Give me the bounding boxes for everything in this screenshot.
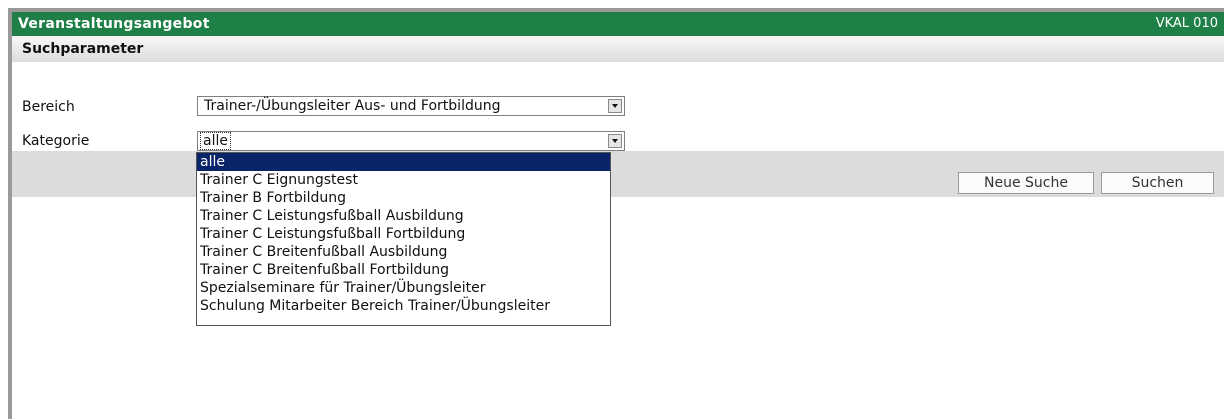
dropdown-option[interactable]: Spezialseminare für Trainer/Übungsleiter: [197, 279, 610, 297]
dropdown-option[interactable]: Trainer C Breitenfußball Fortbildung: [197, 261, 610, 279]
dropdown-option[interactable]: Trainer B Fortbildung: [197, 189, 610, 207]
kategorie-select-value: alle: [200, 132, 231, 150]
kategorie-select[interactable]: alle: [197, 131, 625, 151]
title-bar: Veranstaltungsangebot VKAL 010: [12, 12, 1224, 38]
screen-code: VKAL 010: [1155, 16, 1218, 31]
chevron-down-icon[interactable]: [608, 99, 622, 113]
dropdown-option[interactable]: Trainer C Leistungsfußball Ausbildung: [197, 207, 610, 225]
dropdown-option[interactable]: Trainer C Leistungsfußball Fortbildung: [197, 225, 610, 243]
dropdown-option[interactable]: Trainer C Breitenfußball Ausbildung: [197, 243, 610, 261]
page-title: Veranstaltungsangebot: [18, 16, 210, 32]
dropdown-option[interactable]: alle: [197, 153, 610, 171]
bereich-select-value: Trainer-/Übungsleiter Aus- und Fortbildu…: [204, 98, 501, 114]
search-button[interactable]: Suchen: [1101, 172, 1214, 194]
search-section-header: Suchparameter: [12, 36, 1224, 62]
dropdown-option[interactable]: Schulung Mitarbeiter Bereich Trainer/Übu…: [197, 297, 610, 315]
chevron-down-icon[interactable]: [608, 134, 622, 148]
kategorie-label: Kategorie: [22, 133, 90, 149]
kategorie-dropdown-list[interactable]: alle Trainer C Eignungstest Trainer B Fort…: [196, 152, 611, 326]
dropdown-option[interactable]: Trainer C Eignungstest: [197, 171, 610, 189]
search-section-title: Suchparameter: [22, 41, 144, 57]
new-search-button[interactable]: Neue Suche: [958, 172, 1094, 194]
bereich-select[interactable]: Trainer-/Übungsleiter Aus- und Fortbildu…: [197, 96, 625, 116]
bereich-label: Bereich: [22, 99, 75, 115]
